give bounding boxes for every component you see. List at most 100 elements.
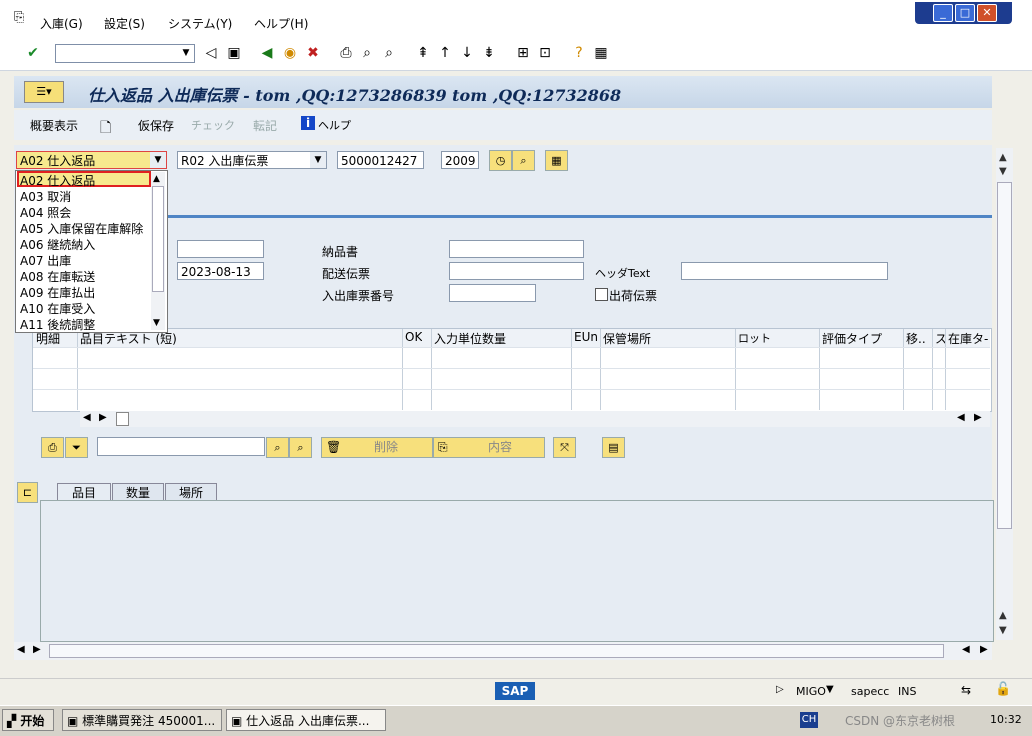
info-icon[interactable]: i <box>301 116 315 130</box>
gr-slip-input[interactable] <box>449 284 536 302</box>
bottom-horizontal-scrollbar[interactable]: ◀ ▶ ◀ ▶ <box>14 642 992 660</box>
scroll-thumb[interactable] <box>116 412 129 426</box>
dropdown-option[interactable]: A08 在庫転送 <box>20 268 95 285</box>
column-header-s[interactable]: ス <box>935 330 945 347</box>
column-header-valuation-type[interactable]: 評価タイプ <box>822 330 882 347</box>
menu-help[interactable]: ヘルプ(H) <box>254 15 308 32</box>
hold-button[interactable]: 仮保存 <box>138 117 174 134</box>
scroll-left-icon[interactable]: ◀ <box>962 644 970 655</box>
bill-of-lading-input[interactable] <box>449 262 584 280</box>
column-header-stock-type[interactable]: 在庫タ- <box>948 330 990 347</box>
find-next-icon[interactable]: ⌕ <box>380 44 398 62</box>
chevron-down-icon[interactable]: ▼ <box>826 684 834 695</box>
scroll-left-icon[interactable]: ◀ <box>17 644 25 655</box>
lock-icon[interactable]: 🔓 <box>995 682 1011 697</box>
document-number-input[interactable]: 5000012427 <box>337 151 424 169</box>
action-select[interactable]: A02 仕入返品 ▼ <box>16 151 167 169</box>
menu-icon[interactable]: ⎘ <box>14 10 24 25</box>
column-header-batch[interactable]: ロット <box>738 330 771 346</box>
scroll-thumb[interactable] <box>997 182 1012 529</box>
column-header-quantity[interactable]: 入力単位数量 <box>434 330 506 347</box>
help-icon[interactable]: ? <box>570 44 588 62</box>
menu-settings[interactable]: 設定(S) <box>104 15 145 32</box>
search-icon[interactable]: ⌕ <box>266 437 289 458</box>
column-header-movement[interactable]: 移.. <box>906 330 932 347</box>
minimize-button[interactable]: _ <box>933 4 953 22</box>
document-date-input[interactable] <box>177 240 264 258</box>
dropdown-option[interactable]: A06 継続納入 <box>20 236 95 253</box>
reference-document-select[interactable]: R02 入出庫伝票 ▼ <box>177 151 327 169</box>
language-indicator[interactable]: CH <box>800 712 818 728</box>
first-page-icon[interactable]: ⇞ <box>414 44 432 62</box>
scroll-left-icon[interactable]: ◀ <box>83 412 91 423</box>
connection-icon[interactable]: ⇆ <box>961 683 971 697</box>
start-button[interactable]: ▞ 开始 <box>2 709 54 731</box>
next-page-icon[interactable]: ↓ <box>458 44 476 62</box>
back-triangle-icon[interactable]: ◁ <box>202 44 220 62</box>
scroll-right-icon[interactable]: ▶ <box>33 644 41 655</box>
print-checkbox[interactable] <box>595 288 608 301</box>
posting-date-input[interactable]: 2023-08-13 <box>177 262 264 280</box>
year-input[interactable]: 2009 <box>441 151 479 169</box>
new-document-icon[interactable]: 🗋 <box>100 117 111 141</box>
print-icon[interactable]: ⎙ <box>337 44 355 62</box>
save-icon[interactable]: ▣ <box>225 44 243 62</box>
table-row[interactable] <box>33 389 990 390</box>
exit-icon[interactable]: ◉ <box>281 44 299 62</box>
scroll-left-icon[interactable]: ◀ <box>957 412 965 423</box>
chevron-down-icon[interactable]: ▼ <box>178 45 194 62</box>
dropdown-option[interactable]: A10 在庫受入 <box>20 300 95 317</box>
column-header-ok[interactable]: OK <box>405 330 422 344</box>
expand-icon[interactable]: ⤧ <box>553 437 576 458</box>
shortcut-icon[interactable]: ⊡ <box>536 44 554 62</box>
overview-button[interactable]: 概要表示 <box>30 117 78 134</box>
table-row[interactable] <box>33 368 990 369</box>
menu-toggle-icon[interactable]: ☰▾ <box>24 81 64 103</box>
enter-icon[interactable]: ✔ <box>24 44 42 62</box>
scroll-right-icon[interactable]: ▶ <box>99 412 107 423</box>
status-play-icon[interactable]: ▷ <box>776 684 784 695</box>
dropdown-option[interactable]: A02 仕入返品 <box>20 172 95 189</box>
scroll-thumb[interactable] <box>49 644 944 658</box>
stack-icon[interactable]: ▤ <box>602 437 625 458</box>
dropdown-option[interactable]: A04 照会 <box>20 204 71 221</box>
new-session-icon[interactable]: ⊞ <box>514 44 532 62</box>
scroll-down-icon[interactable]: ▼ <box>999 625 1007 636</box>
dropdown-scrollbar[interactable]: ▲ ▼ <box>151 172 165 330</box>
scroll-thumb[interactable] <box>152 186 164 292</box>
scroll-right-icon[interactable]: ▶ <box>980 644 988 655</box>
post-button[interactable]: 転記 <box>253 117 277 134</box>
taskbar-item-return[interactable]: ▣ 仕入返品 入出庫伝票... <box>226 709 386 731</box>
dropdown-option[interactable]: A07 出庫 <box>20 252 71 269</box>
scroll-up-icon[interactable]: ▲ <box>999 610 1007 621</box>
chevron-down-icon[interactable]: ▼ <box>150 152 166 168</box>
close-button[interactable]: ✕ <box>977 4 997 22</box>
command-field[interactable]: ▼ <box>55 44 195 63</box>
check-button[interactable]: チェック <box>191 117 235 133</box>
table-horizontal-scrollbar[interactable]: ◀ ▶ ◀ ▶ <box>80 411 990 427</box>
help-button[interactable]: ヘルプ <box>318 117 351 133</box>
scroll-down-icon[interactable]: ▼ <box>153 318 160 328</box>
cancel-icon[interactable]: ✖ <box>304 44 322 62</box>
dropdown-option[interactable]: A03 取消 <box>20 188 71 205</box>
dropdown-option[interactable]: A09 在庫払出 <box>20 284 95 301</box>
content-button[interactable]: ⎘ 内容 <box>433 437 545 458</box>
find-icon[interactable]: ⌕ <box>358 44 376 62</box>
layout-icon[interactable]: ▦ <box>592 44 610 62</box>
scroll-up-icon[interactable]: ▼ <box>999 166 1007 177</box>
column-header-storage-location[interactable]: 保管場所 <box>603 330 651 347</box>
scroll-right-icon[interactable]: ▶ <box>974 412 982 423</box>
item-search-input[interactable] <box>97 437 265 456</box>
restore-button[interactable]: □ <box>955 4 975 22</box>
delivery-note-input[interactable] <box>449 240 584 258</box>
execute-icon[interactable]: ◷ <box>489 150 512 171</box>
delete-button[interactable]: 🗑 削除 <box>321 437 433 458</box>
dropdown-option[interactable]: A05 入庫保留在庫解除 <box>20 220 143 237</box>
menu-system[interactable]: システム(Y) <box>168 15 232 32</box>
print-item-icon[interactable]: ⎙ <box>41 437 64 458</box>
scroll-up-icon[interactable]: ▲ <box>999 152 1007 163</box>
search-icon[interactable]: ⌕ <box>512 150 535 171</box>
header-text-input[interactable] <box>681 262 888 280</box>
column-header-unit[interactable]: EUn <box>574 330 598 344</box>
grid-icon[interactable]: ▦ <box>545 150 568 171</box>
